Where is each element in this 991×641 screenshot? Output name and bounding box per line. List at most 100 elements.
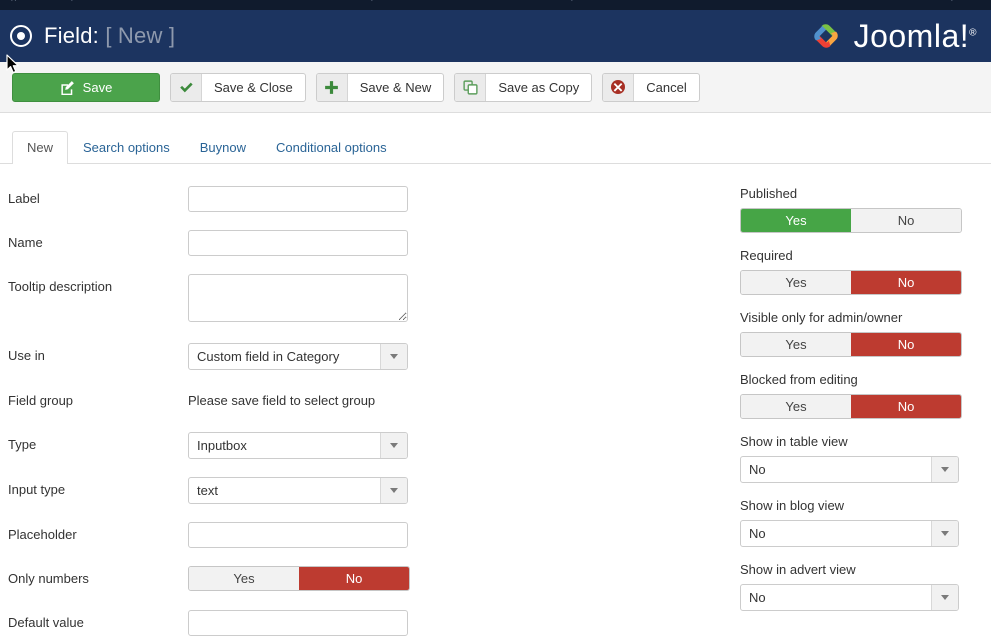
menu-fragment: ·	[570, 0, 574, 6]
field-row-input-type: Input type text	[8, 477, 735, 504]
default-value-label: Default value	[8, 615, 84, 630]
visible-admin-no[interactable]: No	[851, 333, 961, 356]
blocked-toggle[interactable]: Yes No	[740, 394, 962, 419]
app-root: ·· · · · · Field: [ New ] Joomla!® Save …	[0, 0, 991, 641]
published-label: Published	[740, 186, 798, 201]
joomla-logo-icon	[806, 16, 846, 56]
field-show-in-table-view: Show in table view No	[740, 434, 983, 483]
field-show-in-blog-view: Show in blog view No	[740, 498, 983, 547]
field-row-tooltip: Tooltip description	[8, 274, 735, 325]
use-in-select[interactable]: Custom field in Category	[188, 343, 408, 370]
tooltip-label: Tooltip description	[8, 279, 113, 294]
tab-buynow[interactable]: Buynow	[185, 131, 261, 164]
chevron-down-icon	[931, 457, 958, 482]
form-content: Label Name Tooltip description Use in Cu…	[0, 164, 991, 641]
field-blocked-from-editing: Blocked from editing Yes No	[740, 372, 983, 419]
published-yes[interactable]: Yes	[741, 209, 851, 232]
required-label: Required	[740, 248, 793, 263]
tab-new[interactable]: New	[12, 131, 69, 164]
save-and-close-label: Save & Close	[214, 79, 293, 95]
show-advert-select[interactable]: No	[740, 584, 959, 611]
chevron-down-icon	[380, 478, 407, 503]
show-table-value: No	[749, 462, 766, 477]
input-type-select[interactable]: text	[188, 477, 408, 504]
type-value: Inputbox	[197, 438, 247, 453]
visible-admin-yes[interactable]: Yes	[741, 333, 851, 356]
field-row-field-group: Field group Please save field to select …	[8, 388, 735, 414]
admin-menu-strip: ·· · · · ·	[0, 0, 991, 10]
type-label: Type	[8, 437, 37, 452]
tab-bar: New Search options Buynow Conditional op…	[0, 131, 991, 164]
page-subheader: Field: [ New ] Joomla!®	[0, 10, 991, 62]
show-blog-label: Show in blog view	[740, 498, 845, 513]
field-row-placeholder: Placeholder	[8, 522, 735, 548]
plus-icon	[316, 73, 348, 101]
visible-admin-toggle[interactable]: Yes No	[740, 332, 962, 357]
form-left-column: Label Name Tooltip description Use in Cu…	[0, 186, 735, 641]
menu-fragment: ·	[70, 0, 74, 6]
page-title-value: [ New ]	[105, 23, 176, 48]
input-type-value: text	[197, 483, 218, 498]
blocked-no[interactable]: No	[851, 395, 961, 418]
menu-fragment: ··	[10, 0, 18, 6]
save-button[interactable]: Save	[12, 72, 160, 102]
chevron-down-icon	[931, 521, 958, 546]
field-row-use-in: Use in Custom field in Category	[8, 343, 735, 370]
tab-bar-wrapper: New Search options Buynow Conditional op…	[0, 113, 991, 164]
show-advert-label: Show in advert view	[740, 562, 856, 577]
only-numbers-yes[interactable]: Yes	[189, 567, 299, 590]
chevron-down-icon	[380, 433, 407, 458]
name-input[interactable]	[188, 230, 408, 256]
joomla-brand: Joomla!®	[806, 16, 977, 56]
save-as-copy-label: Save as Copy	[498, 79, 580, 95]
type-select[interactable]: Inputbox	[188, 432, 408, 459]
cancel-button[interactable]: Cancel	[602, 72, 700, 102]
field-visible-admin-owner: Visible only for admin/owner Yes No	[740, 310, 983, 357]
field-required: Required Yes No	[740, 248, 983, 295]
show-table-label: Show in table view	[740, 434, 848, 449]
page-title: Field: [ New ]	[44, 23, 175, 49]
field-group-label: Field group	[8, 393, 74, 408]
show-blog-select[interactable]: No	[740, 520, 959, 547]
cancel-label: Cancel	[646, 79, 687, 95]
save-and-new-button[interactable]: Save & New	[315, 72, 445, 102]
blocked-yes[interactable]: Yes	[741, 395, 851, 418]
required-no[interactable]: No	[851, 271, 961, 294]
menu-fragment: ·	[950, 0, 954, 6]
field-show-in-advert-view: Show in advert view No	[740, 562, 983, 611]
show-blog-value: No	[749, 526, 766, 541]
save-as-copy-button[interactable]: Save as Copy	[454, 72, 593, 102]
visible-admin-label: Visible only for admin/owner	[740, 310, 903, 325]
save-and-new-label: Save & New	[359, 79, 432, 95]
page-title-prefix: Field:	[44, 23, 99, 48]
joomla-wordmark: Joomla!®	[853, 17, 977, 54]
placeholder-input[interactable]	[188, 522, 408, 548]
save-button-label: Save	[82, 79, 113, 95]
cancel-circle-icon	[603, 73, 635, 101]
tooltip-textarea[interactable]	[188, 274, 408, 322]
edit-square-icon	[60, 80, 75, 95]
input-type-label: Input type	[8, 482, 66, 497]
label-input[interactable]	[188, 186, 408, 212]
only-numbers-label: Only numbers	[8, 571, 89, 586]
field-row-only-numbers: Only numbers Yes No	[8, 566, 735, 592]
only-numbers-no[interactable]: No	[299, 567, 409, 590]
save-and-close-button[interactable]: Save & Close	[170, 72, 306, 102]
tab-search-options[interactable]: Search options	[68, 131, 185, 164]
chevron-down-icon	[380, 344, 407, 369]
blocked-label: Blocked from editing	[740, 372, 858, 387]
field-row-name: Name	[8, 230, 735, 256]
default-value-input[interactable]	[188, 610, 408, 636]
menu-fragment: ·	[370, 0, 374, 6]
chevron-down-icon	[931, 585, 958, 610]
field-row-label: Label	[8, 186, 735, 212]
show-table-select[interactable]: No	[740, 456, 959, 483]
only-numbers-toggle[interactable]: Yes No	[188, 566, 410, 591]
tab-conditional-options[interactable]: Conditional options	[261, 131, 402, 164]
published-toggle[interactable]: Yes No	[740, 208, 962, 233]
use-in-value: Custom field in Category	[197, 349, 340, 364]
required-yes[interactable]: Yes	[741, 271, 851, 294]
published-no[interactable]: No	[851, 209, 961, 232]
required-toggle[interactable]: Yes No	[740, 270, 962, 295]
placeholder-label: Placeholder	[8, 527, 77, 542]
